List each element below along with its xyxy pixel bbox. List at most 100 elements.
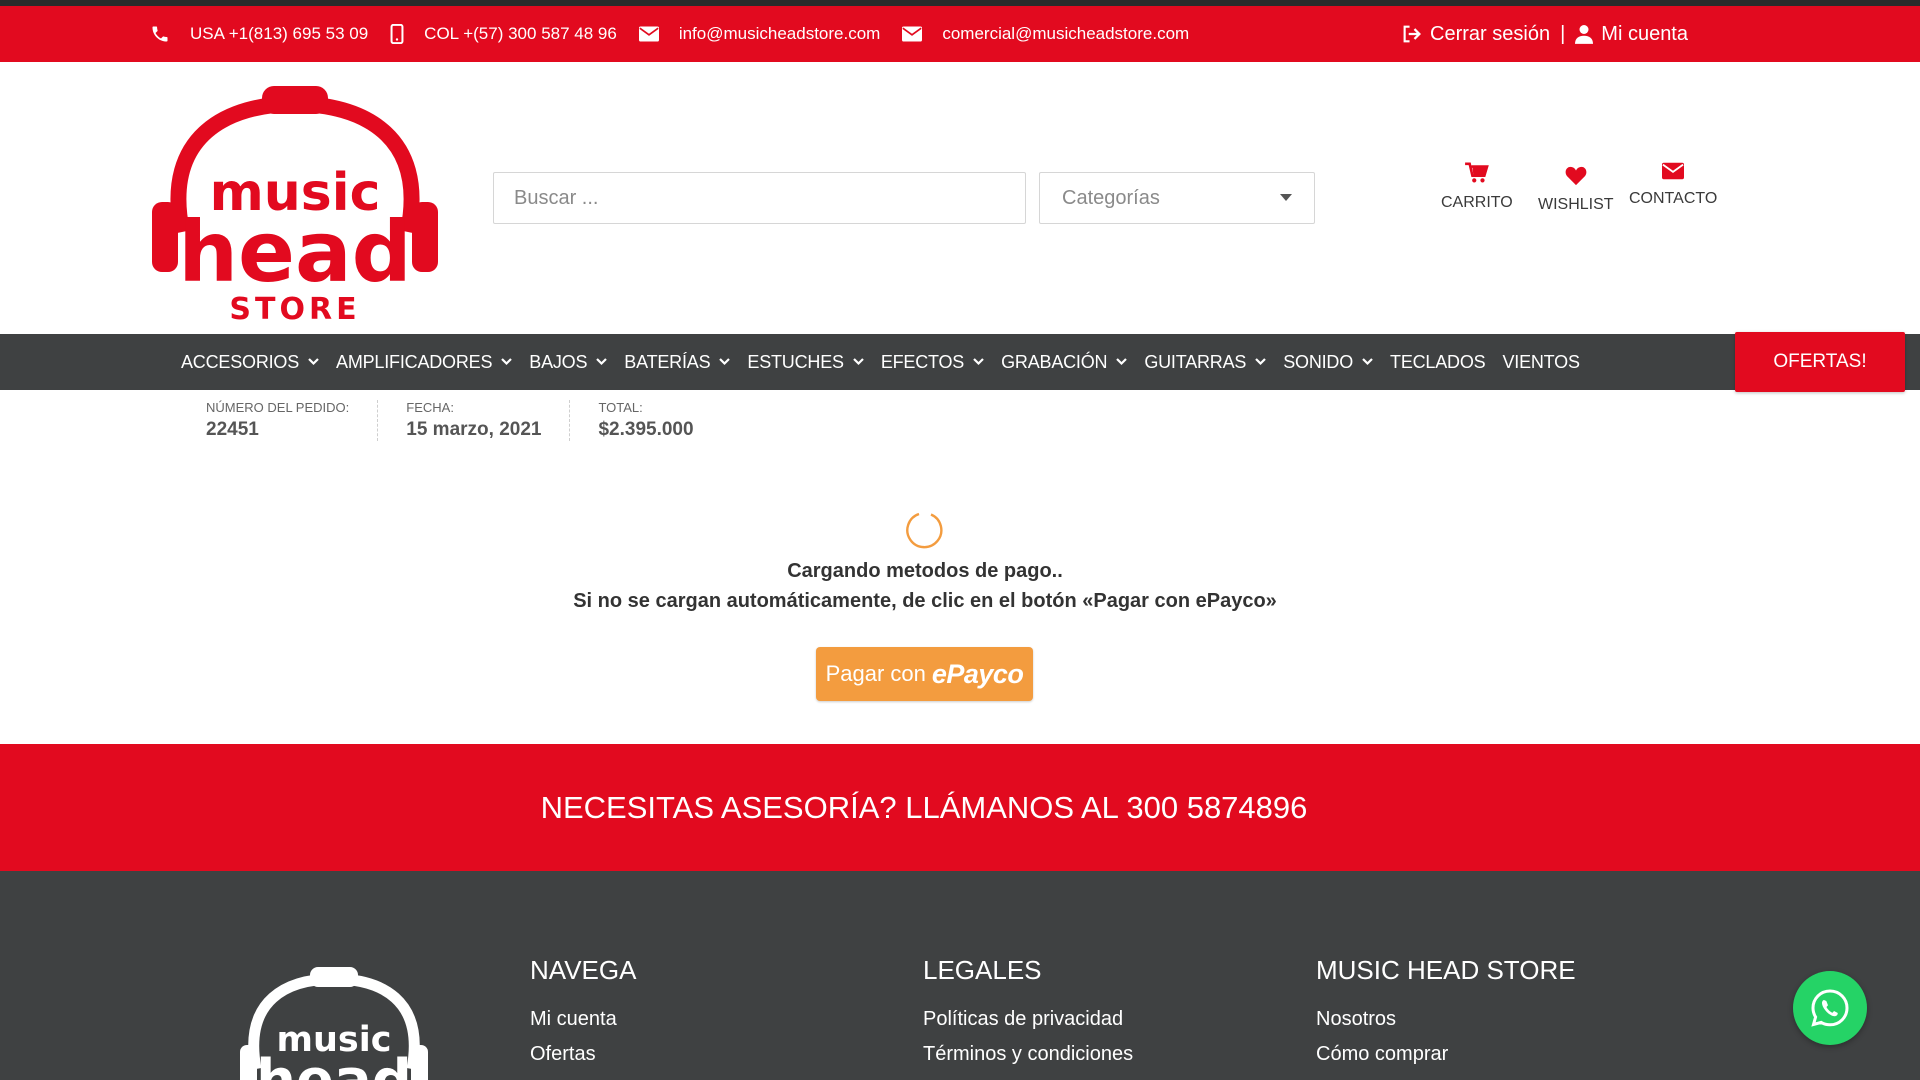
category-select[interactable]: Categorías (1039, 172, 1315, 224)
email-info-text: info@musicheadstore.com (678, 24, 881, 43)
whatsapp-button[interactable] (1793, 971, 1867, 1045)
footer-link-mi-cuenta[interactable]: Mi cuenta (530, 1008, 636, 1031)
phone-usa-link[interactable]: USA +1(813) 695 53 09 (150, 24, 368, 44)
nav-item-vientos[interactable]: VIENTOS (1502, 352, 1579, 373)
email-comercial-text: comercial@musicheadstore.com (942, 24, 1190, 43)
nav-label: EFECTOS (880, 351, 965, 372)
epayco-button-prefix: Pagar con (825, 661, 926, 686)
nav-label: BAJOS (529, 351, 588, 372)
cart-link[interactable]: CARRITO (1441, 162, 1513, 212)
loading-spinner-icon (906, 512, 943, 549)
footer-link-nosotros[interactable]: Nosotros (1316, 1008, 1576, 1031)
music-head-store-logo[interactable]: music head STORE (150, 74, 440, 324)
contact-link[interactable]: CONTACTO (1629, 162, 1717, 208)
order-total-label: TOTAL: (598, 400, 643, 415)
nav-item-accesorios[interactable]: ACCESORIOS (181, 352, 319, 373)
chevron-down-icon (501, 358, 513, 366)
order-date-value: 15 marzo, 2021 (406, 419, 542, 440)
order-number-value: 22451 (206, 419, 259, 440)
advice-banner-text: NECESITAS ASESORÍA? LLÁMANOS AL 300 5874… (540, 789, 1308, 825)
footer-link-ofertas[interactable]: Ofertas (530, 1043, 636, 1066)
search-placeholder: Buscar ... (514, 186, 599, 209)
order-total-value: $2.395.000 (598, 419, 694, 440)
account-separator: | (1560, 22, 1566, 45)
mobile-icon (390, 24, 404, 44)
footer-col-title: LEGALES (923, 955, 1042, 985)
nav-item-guitarras[interactable]: GUITARRAS (1144, 352, 1266, 373)
email-info-link[interactable]: info@musicheadstore.com (638, 24, 881, 44)
account-links: Cerrar sesión | Mi cuenta (1402, 6, 1688, 62)
category-selected: Categorías (1062, 186, 1160, 209)
footer-col-music-head-store: MUSIC HEAD STORE Nosotros Cómo comprar (1316, 955, 1576, 1078)
footer-link-terminos[interactable]: Términos y condiciones (923, 1043, 1133, 1066)
whatsapp-icon (1811, 989, 1849, 1027)
envelope-icon (638, 26, 659, 42)
phone-col-link[interactable]: COL +(57) 300 587 48 96 (390, 24, 617, 44)
nav-item-amplificadores[interactable]: AMPLIFICADORES (336, 351, 513, 373)
order-number-label: NÚMERO DEL PEDIDO: (206, 400, 350, 415)
footer-col-title: NAVEGA (530, 955, 637, 985)
order-total: TOTAL: $2.395.000 (598, 400, 721, 441)
nav-label: ESTUCHES (747, 351, 844, 372)
order-number: NÚMERO DEL PEDIDO: 22451 (206, 400, 379, 441)
chevron-down-icon (853, 358, 864, 366)
logout-text: Cerrar sesión (1430, 22, 1551, 45)
search-input[interactable]: Buscar ... (493, 172, 1026, 224)
phone-col-text: COL +(57) 300 587 48 96 (424, 24, 617, 43)
chevron-down-icon (1116, 358, 1128, 366)
caret-down-icon (1280, 194, 1292, 201)
footer-link-como-comprar[interactable]: Cómo comprar (1316, 1043, 1576, 1066)
top-contact-bar: USA +1(813) 695 53 09 COL +(57) 300 587 … (0, 6, 1920, 62)
nav-label: BATERÍAS (624, 351, 711, 372)
advice-banner: NECESITAS ASESORÍA? LLÁMANOS AL 300 5874… (0, 744, 1920, 871)
order-overview: NÚMERO DEL PEDIDO: 22451 FECHA: 15 marzo… (206, 400, 750, 441)
wishlist-label: WISHLIST (1538, 196, 1614, 213)
footer-col-navega: NAVEGA Mi cuenta Ofertas (530, 955, 636, 1078)
heart-icon (1565, 166, 1587, 186)
nav-label: TECLADOS (1390, 351, 1486, 372)
nav-item-sonido[interactable]: SONIDO (1283, 352, 1373, 373)
pay-with-epayco-button[interactable]: Pagar con ePayco (816, 647, 1033, 701)
logo-text-head: head (178, 203, 412, 301)
shopping-cart-icon (1464, 162, 1489, 183)
chevron-down-icon (1255, 358, 1266, 366)
wishlist-link[interactable]: WISHLIST (1538, 166, 1614, 214)
site-footer: music head NAVEGA Mi cuenta Ofertas LEGA… (0, 871, 1920, 1080)
footer-col-title: MUSIC HEAD STORE (1316, 955, 1576, 985)
offers-button[interactable]: OFERTAS! (1735, 332, 1905, 392)
nav-item-baterias[interactable]: BATERÍAS (624, 351, 731, 373)
nav-label: GUITARRAS (1144, 351, 1247, 372)
chevron-down-icon (1362, 358, 1373, 366)
nav-label: VIENTOS (1502, 351, 1580, 372)
chevron-down-icon (308, 358, 319, 366)
nav-item-grabacion[interactable]: GRABACIÓN (1001, 351, 1128, 373)
footer-logo[interactable]: music head (238, 959, 430, 1080)
email-comercial-link[interactable]: comercial@musicheadstore.com (902, 24, 1189, 44)
epayco-brand: ePayco (931, 658, 1024, 689)
nav-item-estuches[interactable]: ESTUCHES (747, 351, 864, 373)
sign-out-icon (1403, 25, 1422, 43)
chevron-down-icon (596, 358, 608, 366)
footer-col-legales: LEGALES Políticas de privacidad Términos… (923, 955, 1133, 1078)
nav-item-efectos[interactable]: EFECTOS (881, 352, 984, 373)
nav-label: ACCESORIOS (181, 351, 300, 372)
contact-label: CONTACTO (1629, 190, 1718, 207)
site-header: music head STORE Buscar ... Categorías C… (0, 62, 1920, 334)
nav-item-teclados[interactable]: TECLADOS (1390, 351, 1486, 373)
loading-title: Cargando metodos de pago.. (787, 560, 1063, 582)
logout-link[interactable]: Cerrar sesión (1402, 23, 1550, 46)
loading-subtitle: Si no se cargan automáticamente, de clic… (573, 590, 1277, 612)
order-date: FECHA: 15 marzo, 2021 (406, 400, 571, 441)
nav-label: SONIDO (1283, 351, 1354, 372)
nav-label: AMPLIFICADORES (336, 351, 493, 372)
chevron-down-icon (719, 358, 731, 366)
nav-item-bajos[interactable]: BAJOS (529, 351, 608, 373)
nav-label: GRABACIÓN (1001, 351, 1108, 372)
phone-usa-text: USA +1(813) 695 53 09 (190, 24, 369, 43)
phone-icon (152, 26, 168, 42)
cart-label: CARRITO (1441, 194, 1513, 211)
my-account-link[interactable]: Mi cuenta (1575, 23, 1688, 46)
footer-link-privacidad[interactable]: Políticas de privacidad (923, 1008, 1133, 1031)
order-date-label: FECHA: (406, 400, 454, 415)
main-navigation: ACCESORIOS AMPLIFICADORES BAJOS BATERÍAS… (0, 334, 1920, 390)
